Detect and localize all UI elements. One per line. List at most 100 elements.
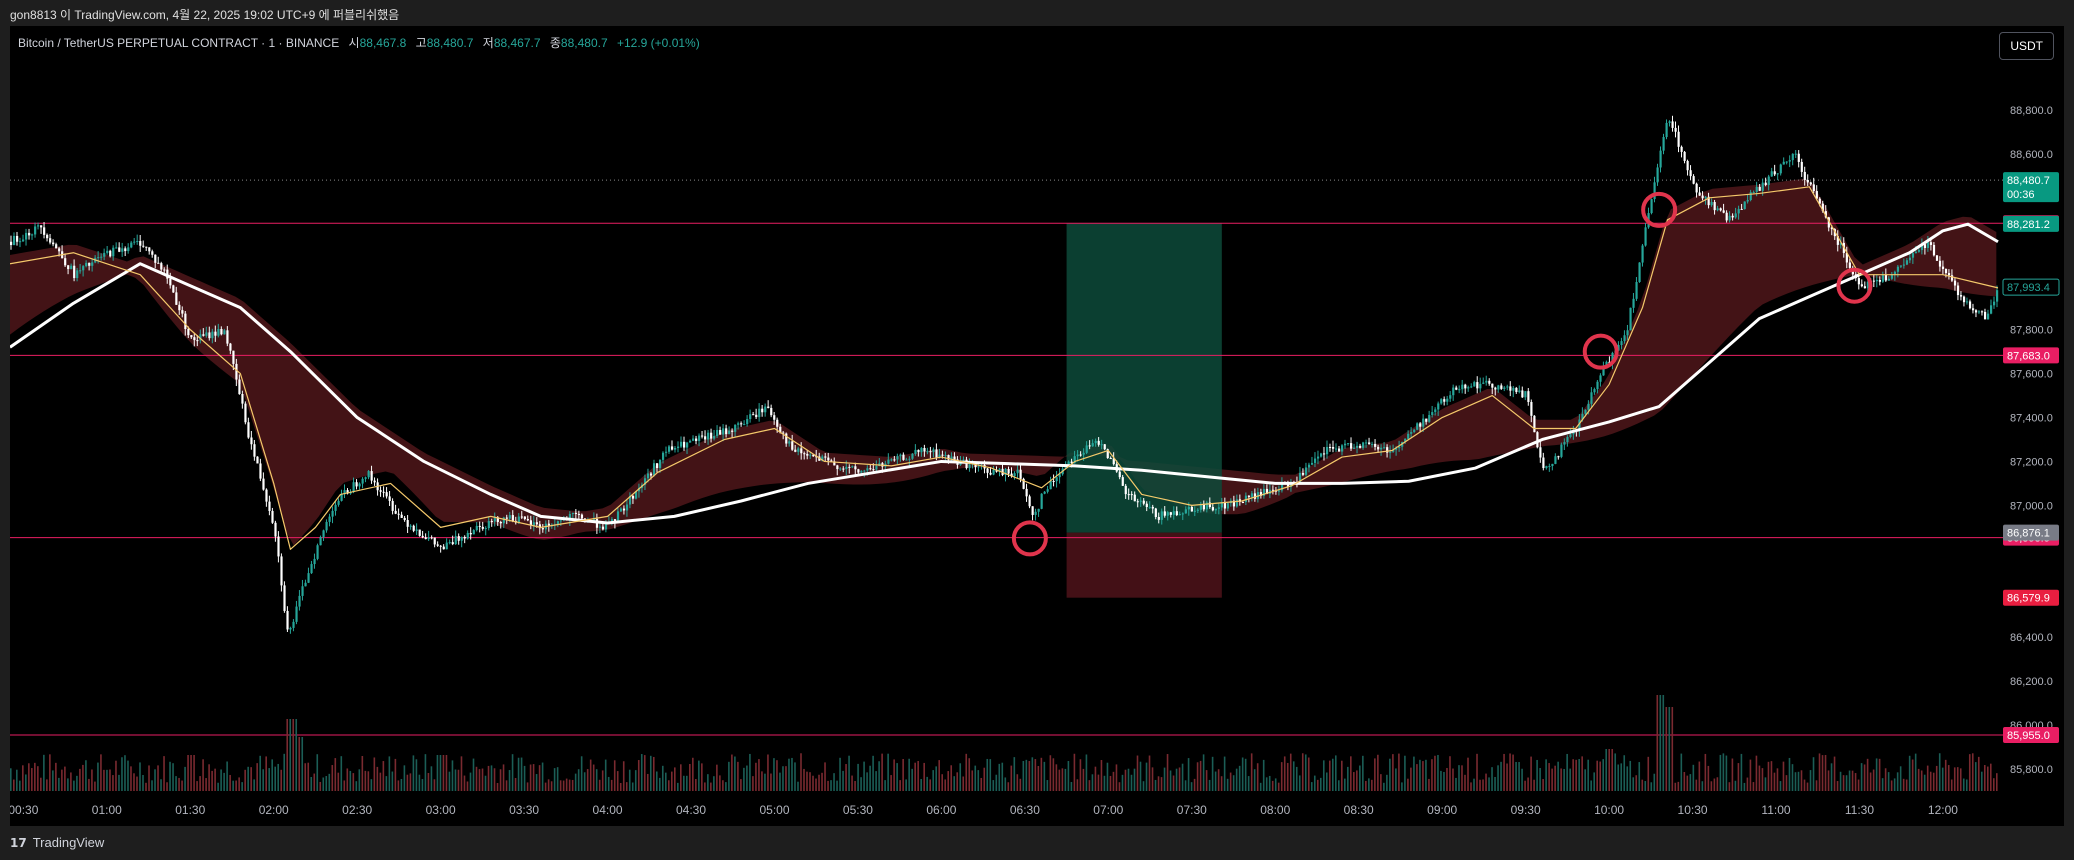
volume-bar	[1292, 761, 1295, 791]
volume-bar	[794, 762, 796, 791]
volume-bar	[1079, 759, 1082, 791]
candle-body	[289, 627, 292, 630]
candle-body	[1118, 471, 1121, 478]
volume-bar	[1734, 780, 1737, 791]
volume-bar	[1220, 776, 1223, 791]
currency-button[interactable]: USDT	[1999, 32, 2054, 60]
volume-bar	[565, 778, 568, 791]
volume-bar	[722, 780, 724, 791]
price-chart[interactable]: 88,800.0 88,600.0 87,800.0 87,600.0 87,400.0…	[10, 26, 2064, 826]
candle-body	[64, 258, 67, 266]
candle-body	[13, 235, 16, 246]
volume-bar	[1725, 755, 1728, 791]
volume-bar	[1590, 780, 1592, 791]
volume-bar	[1494, 776, 1496, 791]
volume-bar	[163, 756, 165, 791]
volume-bar	[1148, 755, 1151, 791]
candle-body	[532, 522, 535, 526]
price-tag: 87,993.4	[2007, 282, 2050, 294]
volume-bar	[1575, 759, 1577, 791]
volume-bar	[1334, 755, 1337, 791]
volume-bar	[1307, 757, 1310, 791]
time-axis-tick: 03:00	[426, 803, 456, 817]
volume-bar	[1881, 778, 1884, 791]
candle-body	[839, 468, 842, 470]
volume-bar	[1878, 758, 1881, 791]
volume-bar	[1199, 760, 1202, 791]
volume-bar	[1283, 756, 1286, 791]
volume-bar	[232, 780, 234, 791]
volume-bar	[821, 772, 823, 791]
volume-bar	[899, 780, 901, 791]
candle-body	[1587, 403, 1590, 410]
chart-panel[interactable]: 88,800.0 88,600.0 87,800.0 87,600.0 87,400.0…	[10, 26, 2064, 826]
candle-body	[1641, 245, 1644, 263]
volume-bar	[535, 774, 538, 791]
candle-body	[160, 263, 163, 270]
volume-bar	[1812, 757, 1815, 791]
candle-body	[1761, 182, 1764, 191]
volume-bar	[1025, 759, 1028, 791]
candle-body	[418, 529, 421, 536]
volume-bar	[1328, 760, 1331, 791]
candle-body	[1079, 454, 1082, 456]
volume-bar	[1776, 768, 1779, 791]
candle-body	[445, 542, 448, 550]
volume-bar	[430, 766, 433, 791]
candle-body	[1755, 186, 1758, 192]
volume-bar	[1566, 753, 1568, 791]
candle-body	[989, 472, 992, 475]
volume-bar	[1935, 765, 1938, 791]
volume-bar	[610, 779, 613, 791]
price-axis-tick: 87,600.0	[2010, 369, 2053, 381]
volume-bar	[1698, 761, 1701, 791]
candle-body	[1139, 500, 1142, 502]
volume-bar	[1274, 778, 1277, 791]
volume-bar	[511, 754, 514, 791]
candle-body	[752, 414, 755, 416]
volume-bar	[343, 780, 346, 791]
candle-body	[652, 463, 656, 476]
candle-body	[1521, 390, 1524, 398]
candle-body	[1455, 387, 1458, 390]
candle-body	[268, 501, 271, 511]
volume-bar	[1250, 753, 1253, 791]
volume-bar	[1145, 762, 1148, 791]
candle-body	[70, 265, 73, 270]
candle-body	[1310, 462, 1314, 465]
volume-bar	[358, 769, 361, 791]
candle-body	[857, 469, 860, 473]
candle-body	[394, 510, 397, 514]
volume-bar	[1410, 767, 1412, 791]
volume-bar	[1130, 774, 1133, 791]
candle-body	[1791, 153, 1794, 161]
volume-bar	[31, 768, 33, 791]
volume-bar	[553, 768, 556, 791]
candle-body	[481, 526, 484, 529]
volume-bar	[190, 755, 192, 791]
volume-bar	[1668, 707, 1671, 791]
time-axis-tick: 04:00	[593, 803, 623, 817]
volume-bar	[1716, 777, 1719, 791]
candle-body	[1887, 278, 1891, 281]
candle-body	[1746, 200, 1749, 202]
candle-body	[1422, 418, 1425, 427]
candle-body	[88, 262, 91, 266]
candle-body	[1566, 436, 1569, 443]
volume-bar	[1407, 778, 1409, 791]
volume-bar	[1767, 761, 1770, 791]
candle-body	[749, 414, 752, 420]
candle-body	[19, 241, 22, 243]
footer-brand[interactable]: 𝟭𝟳 TradingView	[10, 835, 104, 850]
time-axis-tick: 10:00	[1594, 803, 1624, 817]
volume-bar	[1506, 763, 1508, 791]
candle-body	[1485, 380, 1488, 383]
volume-bar	[1112, 771, 1115, 791]
candle-body	[319, 536, 322, 546]
volume-bar	[818, 774, 820, 791]
volume-bar	[646, 773, 649, 791]
volume-bar	[824, 762, 826, 791]
candle-body	[1590, 392, 1593, 404]
volume-bar	[803, 768, 805, 791]
candle-body	[325, 521, 328, 531]
